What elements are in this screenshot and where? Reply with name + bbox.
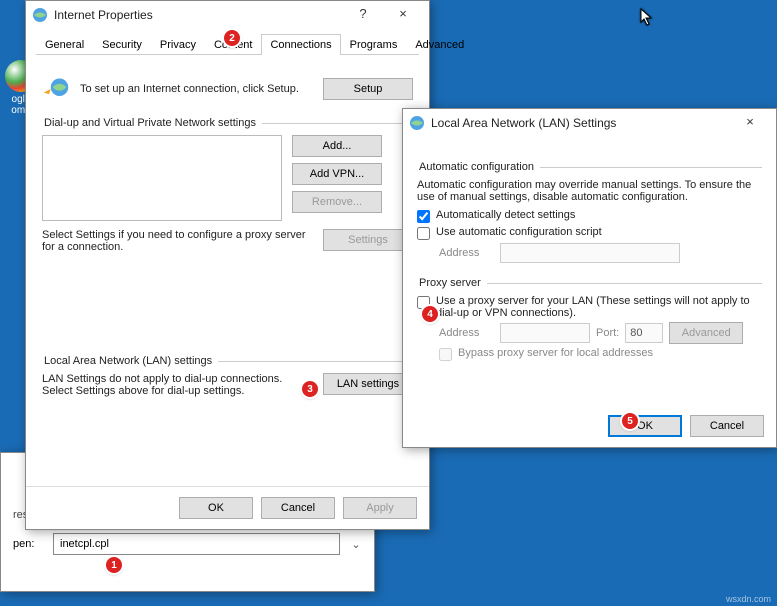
- dialup-legend: Dial-up and Virtual Private Network sett…: [42, 117, 262, 129]
- lan-text: LAN Settings do not apply to dial-up con…: [42, 373, 313, 397]
- internet-properties-window: Internet Properties ? × General Security…: [25, 0, 430, 530]
- auto-config-desc: Automatic configuration may override man…: [417, 179, 762, 203]
- cursor-icon: [640, 8, 654, 31]
- add-vpn-button[interactable]: Add VPN...: [292, 163, 382, 185]
- use-proxy-label: Use a proxy server for your LAN (These s…: [436, 295, 762, 319]
- lan-ok-button[interactable]: OK: [608, 415, 682, 437]
- connection-settings-button[interactable]: Settings: [323, 229, 413, 251]
- proxy-port-label: Port:: [596, 327, 619, 339]
- run-input[interactable]: [53, 533, 340, 555]
- auto-detect-label: Automatically detect settings: [436, 209, 575, 221]
- internet-options-icon: [32, 7, 48, 23]
- proxy-legend: Proxy server: [417, 277, 487, 289]
- proxy-address-label: Address: [439, 327, 494, 339]
- use-proxy-checkbox[interactable]: Use a proxy server for your LAN (These s…: [417, 295, 762, 319]
- auto-script-input[interactable]: [417, 227, 430, 240]
- ok-button[interactable]: OK: [179, 497, 253, 519]
- auto-detect-input[interactable]: [417, 210, 430, 223]
- proxy-address-input[interactable]: [500, 323, 590, 343]
- marker-4: 4: [422, 306, 438, 322]
- proxy-port-input[interactable]: [625, 323, 663, 343]
- setup-button[interactable]: Setup: [323, 78, 413, 100]
- auto-script-label: Use automatic configuration script: [436, 226, 602, 238]
- script-address-label: Address: [439, 247, 494, 259]
- tab-advanced[interactable]: Advanced: [406, 34, 473, 55]
- run-open-label: pen:: [13, 538, 43, 550]
- lan-window-title: Local Area Network (LAN) Settings: [431, 116, 730, 130]
- setup-text: To set up an Internet connection, click …: [80, 83, 313, 95]
- lan-cancel-button[interactable]: Cancel: [690, 415, 764, 437]
- script-address-input[interactable]: [500, 243, 680, 263]
- marker-5: 5: [622, 413, 638, 429]
- tab-security[interactable]: Security: [93, 34, 151, 55]
- lan-legend: Local Area Network (LAN) settings: [42, 355, 218, 367]
- marker-1: 1: [106, 557, 122, 573]
- proxy-advanced-button[interactable]: Advanced: [669, 322, 743, 344]
- bypass-local-label: Bypass proxy server for local addresses: [458, 347, 653, 359]
- dialup-listbox[interactable]: [42, 135, 282, 221]
- titlebar: Internet Properties ? ×: [26, 1, 429, 29]
- remove-button[interactable]: Remove...: [292, 191, 382, 213]
- dropdown-chevron-icon[interactable]: ⌄: [350, 538, 362, 551]
- auto-detect-checkbox[interactable]: Automatically detect settings: [417, 209, 762, 223]
- lan-settings-window: Local Area Network (LAN) Settings × Auto…: [402, 108, 777, 448]
- help-button[interactable]: ?: [343, 5, 383, 25]
- add-button[interactable]: Add...: [292, 135, 382, 157]
- lan-icon: [409, 115, 425, 131]
- auto-config-legend: Automatic configuration: [417, 161, 540, 173]
- tab-connections[interactable]: Connections: [261, 34, 340, 55]
- tab-general[interactable]: General: [36, 34, 93, 55]
- marker-2: 2: [224, 30, 240, 46]
- auto-script-checkbox[interactable]: Use automatic configuration script: [417, 226, 762, 240]
- close-button[interactable]: ×: [383, 5, 423, 25]
- marker-3: 3: [302, 381, 318, 397]
- lan-settings-button[interactable]: LAN settings: [323, 373, 413, 395]
- window-title: Internet Properties: [54, 8, 343, 22]
- connection-wizard-icon: [42, 75, 70, 103]
- tab-privacy[interactable]: Privacy: [151, 34, 205, 55]
- apply-button[interactable]: Apply: [343, 497, 417, 519]
- credit: wsxdn.com: [726, 594, 771, 604]
- tab-programs[interactable]: Programs: [341, 34, 407, 55]
- bypass-local-input[interactable]: [439, 348, 452, 361]
- settings-text: Select Settings if you need to configure…: [42, 229, 313, 253]
- cancel-button[interactable]: Cancel: [261, 497, 335, 519]
- lan-close-button[interactable]: ×: [730, 113, 770, 133]
